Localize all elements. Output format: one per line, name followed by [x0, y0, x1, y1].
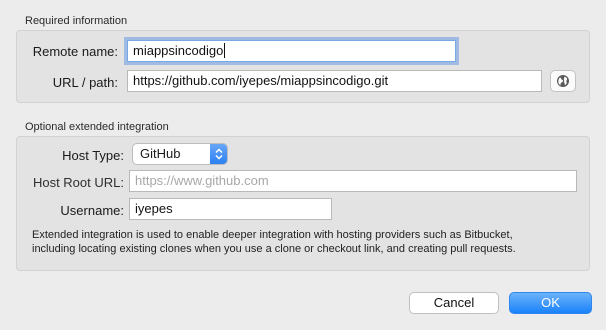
- extended-integration-help-line1: Extended integration is used to enable d…: [32, 229, 513, 241]
- host-type-label: Host Type:: [62, 148, 124, 163]
- host-root-url-label: Host Root URL:: [32, 175, 124, 190]
- url-path-label: URL / path:: [52, 75, 118, 90]
- ok-button[interactable]: OK: [509, 292, 592, 314]
- up-down-chevron-icon: [210, 144, 227, 164]
- username-label: Username:: [60, 203, 124, 218]
- remote-name-label: Remote name:: [32, 44, 118, 59]
- remote-name-field[interactable]: miappsincodigo: [127, 40, 456, 62]
- globe-icon: [557, 75, 569, 87]
- host-root-url-field[interactable]: https://www.github.com: [129, 170, 577, 192]
- cancel-button[interactable]: Cancel: [409, 292, 499, 314]
- text-caret: [224, 43, 226, 58]
- host-type-value: GitHub: [140, 146, 181, 161]
- host-type-popup[interactable]: GitHub: [132, 143, 228, 165]
- url-path-field[interactable]: https://github.com/iyepes/miappsincodigo…: [127, 70, 542, 92]
- username-field[interactable]: iyepes: [129, 198, 332, 220]
- required-section-title: Required information: [25, 15, 128, 27]
- remote-name-value: miappsincodigo: [133, 43, 224, 58]
- optional-section-title: Optional extended integration: [25, 121, 169, 133]
- browse-globe-button[interactable]: [550, 70, 576, 92]
- extended-integration-help-line2: including locating existing clones when …: [32, 243, 516, 255]
